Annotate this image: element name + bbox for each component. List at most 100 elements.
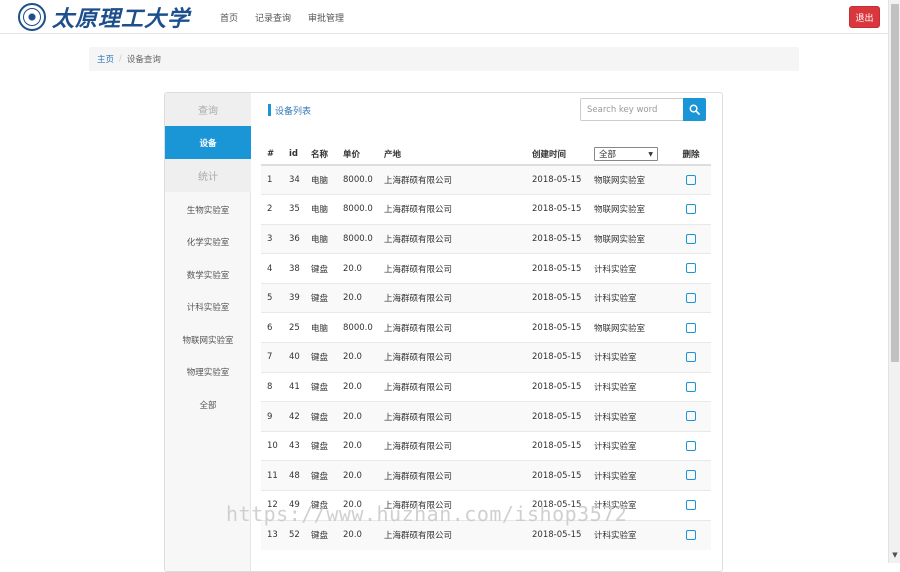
cell-id: 38 — [283, 253, 305, 284]
sidebar-header-query: 查询 — [165, 93, 251, 126]
cell-id: 35 — [283, 194, 305, 225]
page-scrollbar[interactable]: ▼ — [888, 0, 900, 563]
sidebar-item-all[interactable]: 全部 — [165, 388, 251, 421]
cell-price: 20.0 — [337, 519, 378, 550]
cell-delete — [671, 519, 711, 550]
cell-index: 4 — [261, 253, 283, 284]
list-title-text: 设备列表 — [275, 106, 312, 117]
search-icon — [689, 104, 700, 115]
logo-text: 太原理工大学 — [52, 6, 191, 32]
cell-index: 12 — [261, 490, 283, 521]
cell-id: 52 — [283, 519, 305, 550]
table-row: 13 52 键盘 20.0 上海群硕有限公司 2018-05-15 计科实验室 — [261, 519, 711, 550]
delete-checkbox[interactable] — [686, 352, 696, 363]
cell-price: 20.0 — [337, 460, 378, 491]
col-lab: 全部 ▼ — [588, 144, 671, 166]
table-row: 7 40 键盘 20.0 上海群硕有限公司 2018-05-15 计科实验室 — [261, 342, 711, 373]
cell-price: 20.0 — [337, 430, 378, 461]
sidebar-item-cs-lab[interactable]: 计科实验室 — [165, 291, 251, 323]
cell-id: 36 — [283, 223, 305, 254]
main-nav: 首页 记录查询 审批管理 — [220, 0, 361, 34]
logout-button[interactable]: 退出 — [849, 6, 880, 28]
cell-index: 5 — [261, 282, 283, 313]
cell-origin: 上海群硕有限公司 — [378, 164, 526, 195]
col-name: 名称 — [305, 144, 337, 166]
cell-name: 电脑 — [305, 164, 337, 195]
cell-delete — [671, 312, 711, 343]
cell-lab: 计科实验室 — [588, 460, 671, 491]
cell-created-time: 2018-05-15 — [526, 401, 588, 432]
top-navbar: 太原理工大学 首页 记录查询 审批管理 退出 — [0, 0, 888, 34]
cell-id: 39 — [283, 282, 305, 313]
cell-name: 电脑 — [305, 194, 337, 225]
delete-checkbox[interactable] — [686, 292, 696, 303]
cell-name: 键盘 — [305, 519, 337, 550]
sidebar-item-chemistry-lab[interactable]: 化学实验室 — [165, 226, 251, 258]
nav-approval-management[interactable]: 审批管理 — [308, 11, 344, 24]
scrollbar-thumb[interactable] — [891, 4, 899, 362]
delete-checkbox[interactable] — [686, 440, 696, 451]
cell-created-time: 2018-05-15 — [526, 312, 588, 343]
cell-id: 41 — [283, 371, 305, 402]
cell-created-time: 2018-05-15 — [526, 342, 588, 373]
sidebar: 查询 设备 统计 生物实验室 化学实验室 数学实验室 计科实验室 物联网实验室 … — [165, 93, 251, 571]
cell-name: 键盘 — [305, 430, 337, 461]
delete-checkbox[interactable] — [686, 381, 696, 392]
lab-filter-select[interactable]: 全部 ▼ — [594, 147, 658, 161]
delete-checkbox[interactable] — [686, 322, 696, 333]
cell-delete — [671, 371, 711, 402]
table-row: 4 38 键盘 20.0 上海群硕有限公司 2018-05-15 计科实验室 — [261, 253, 711, 284]
scroll-down-arrow-icon[interactable]: ▼ — [889, 551, 900, 561]
cell-price: 20.0 — [337, 253, 378, 284]
chevron-down-icon: ▼ — [648, 150, 653, 158]
search-input[interactable] — [580, 98, 684, 121]
col-origin: 产地 — [378, 144, 526, 166]
cell-delete — [671, 460, 711, 491]
sidebar-item-equipment[interactable]: 设备 — [165, 126, 251, 159]
delete-checkbox[interactable] — [686, 263, 696, 274]
cell-created-time: 2018-05-15 — [526, 490, 588, 521]
equipment-list-section: 设备列表 # id 名称 单价 产地 创建时间 全部 — [251, 93, 722, 571]
delete-checkbox[interactable] — [686, 470, 696, 481]
cell-created-time: 2018-05-15 — [526, 430, 588, 461]
cell-delete — [671, 194, 711, 225]
search-button[interactable] — [683, 98, 706, 121]
nav-home[interactable]: 首页 — [220, 11, 238, 24]
cell-created-time: 2018-05-15 — [526, 223, 588, 254]
cell-origin: 上海群硕有限公司 — [378, 460, 526, 491]
cell-id: 43 — [283, 430, 305, 461]
cell-index: 6 — [261, 312, 283, 343]
delete-checkbox[interactable] — [686, 411, 696, 422]
cell-index: 10 — [261, 430, 283, 461]
cell-created-time: 2018-05-15 — [526, 460, 588, 491]
cell-id: 42 — [283, 401, 305, 432]
sidebar-item-iot-lab[interactable]: 物联网实验室 — [165, 323, 251, 356]
breadcrumb-current: 设备查询 — [126, 55, 161, 65]
sidebar-item-biology-lab[interactable]: 生物实验室 — [165, 194, 251, 226]
col-index: # — [261, 144, 283, 166]
cell-delete — [671, 223, 711, 254]
delete-checkbox[interactable] — [686, 500, 696, 511]
col-created-time: 创建时间 — [526, 144, 588, 166]
cell-id: 34 — [283, 164, 305, 195]
university-logo[interactable]: 太原理工大学 — [18, 2, 190, 32]
cell-index: 13 — [261, 519, 283, 550]
delete-checkbox[interactable] — [686, 529, 696, 540]
delete-checkbox[interactable] — [686, 233, 696, 244]
delete-checkbox[interactable] — [686, 174, 696, 185]
cell-id: 40 — [283, 342, 305, 373]
cell-origin: 上海群硕有限公司 — [378, 371, 526, 402]
cell-price: 20.0 — [337, 342, 378, 373]
cell-name: 电脑 — [305, 312, 337, 343]
sidebar-item-math-lab[interactable]: 数学实验室 — [165, 258, 251, 291]
cell-delete — [671, 430, 711, 461]
delete-checkbox[interactable] — [686, 204, 696, 215]
cell-created-time: 2018-05-15 — [526, 371, 588, 402]
cell-name: 键盘 — [305, 282, 337, 313]
cell-delete — [671, 342, 711, 373]
breadcrumb-home[interactable]: 主页 — [97, 53, 114, 65]
sidebar-item-physics-lab[interactable]: 物理实验室 — [165, 356, 251, 388]
table-row: 6 25 电脑 8000.0 上海群硕有限公司 2018-05-15 物联网实验室 — [261, 312, 711, 343]
cell-created-time: 2018-05-15 — [526, 194, 588, 225]
nav-record-query[interactable]: 记录查询 — [255, 11, 291, 24]
